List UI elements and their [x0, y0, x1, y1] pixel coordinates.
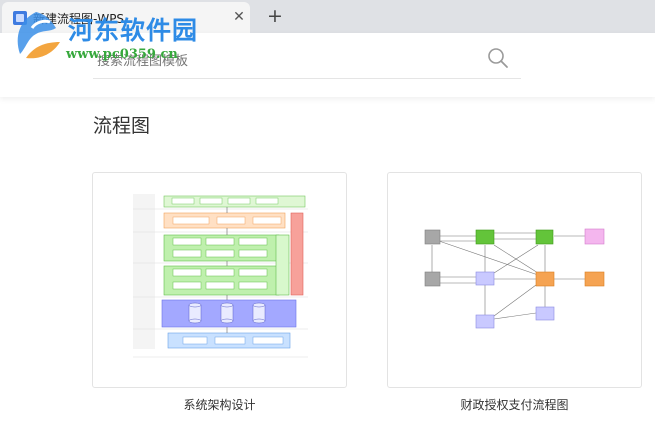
architecture-thumbnail [133, 194, 308, 358]
watermark-title: 河东软件园 [68, 16, 199, 45]
payment-flow-thumbnail [424, 228, 605, 329]
template-card-architecture[interactable] [92, 172, 347, 388]
watermark-logo [17, 12, 60, 59]
search-icon[interactable] [487, 47, 509, 69]
new-tab-button[interactable]: + [264, 5, 286, 27]
template-card-payment-flow[interactable] [387, 172, 642, 388]
tab-close-icon[interactable]: ✕ [231, 9, 247, 25]
watermark-url: www.pc0359.cn [66, 47, 178, 62]
template-name[interactable]: 系统架构设计 [92, 396, 347, 413]
template-name[interactable]: 财政授权支付流程图 [387, 396, 642, 413]
section-title: 流程图 [93, 115, 151, 137]
